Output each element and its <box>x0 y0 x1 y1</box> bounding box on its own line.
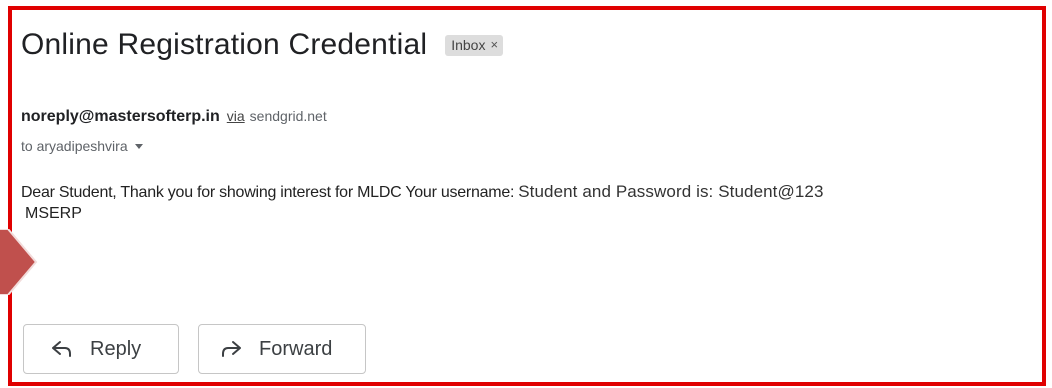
remove-label-icon[interactable]: × <box>490 37 498 52</box>
inbox-label-text: Inbox <box>451 36 486 53</box>
reply-button[interactable]: Reply <box>23 324 179 374</box>
forward-button[interactable]: Forward <box>198 324 366 374</box>
forward-arrow-icon <box>222 341 241 357</box>
email-subject: Online Registration Credential <box>21 28 428 61</box>
body-text-main: Dear Student, Thank you for showing inte… <box>21 184 515 201</box>
sender-row: noreply@mastersofterp.in via sendgrid.ne… <box>21 108 327 126</box>
via-domain: sendgrid.net <box>249 108 327 124</box>
email-body: Dear Student, Thank you for showing inte… <box>21 181 1036 224</box>
callout-arrow-icon <box>0 229 42 295</box>
email-highlight-frame: Online Registration Credential Inbox × n… <box>8 6 1046 386</box>
caret-down-icon[interactable] <box>134 143 143 149</box>
forward-label: Forward <box>259 337 333 360</box>
recipient-row: to aryadipeshvira <box>21 138 143 154</box>
subject-row: Online Registration Credential Inbox × <box>21 28 504 62</box>
body-text-signature: MSERP <box>25 205 82 222</box>
sender-email[interactable]: noreply@mastersofterp.in <box>21 108 220 126</box>
via-link[interactable]: via <box>227 108 245 124</box>
recipient-text: to aryadipeshvira <box>21 138 128 154</box>
inbox-label-chip: Inbox × <box>445 34 504 56</box>
reply-label: Reply <box>90 337 142 360</box>
reply-arrow-icon <box>52 341 71 357</box>
body-text-credentials: Student and Password is: Student@123 <box>518 182 824 201</box>
